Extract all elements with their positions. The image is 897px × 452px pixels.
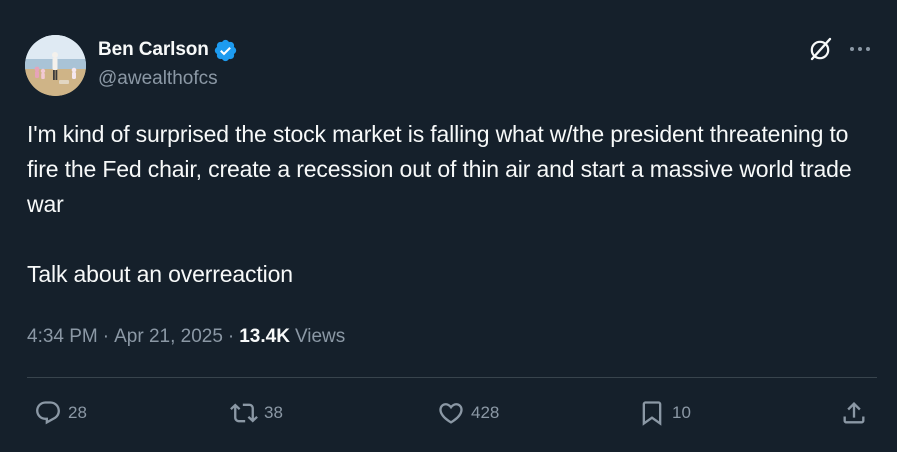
bookmark-count: 10 bbox=[672, 403, 691, 422]
tweet-card: Ben Carlson @awealthofcs I'm kind of sur… bbox=[0, 0, 897, 452]
meta-separator: · bbox=[102, 326, 110, 347]
share-button[interactable] bbox=[840, 396, 868, 430]
reply-button[interactable]: 28 bbox=[34, 396, 87, 430]
retweet-icon bbox=[230, 403, 258, 423]
author-handle[interactable]: @awealthofcs bbox=[98, 68, 218, 90]
reply-icon bbox=[36, 401, 60, 425]
retweet-count: 38 bbox=[264, 403, 283, 422]
reply-count: 28 bbox=[68, 403, 87, 422]
avatar[interactable] bbox=[25, 35, 86, 96]
meta-separator: · bbox=[227, 326, 235, 347]
like-count: 428 bbox=[471, 403, 500, 422]
tweet-metadata: 4:34 PM · Apr 21, 2025 · 13.4K Views bbox=[27, 323, 345, 351]
grok-icon[interactable] bbox=[808, 36, 834, 62]
verified-badge-icon[interactable] bbox=[213, 38, 238, 63]
bookmark-button[interactable]: 10 bbox=[638, 396, 691, 430]
bookmark-icon bbox=[642, 401, 662, 426]
more-options-button[interactable] bbox=[845, 36, 875, 62]
tweet-time[interactable]: 4:34 PM bbox=[27, 326, 98, 348]
heart-icon bbox=[439, 403, 463, 424]
like-button[interactable]: 428 bbox=[437, 396, 499, 430]
avatar-photo bbox=[25, 35, 86, 96]
more-horizontal-icon bbox=[850, 47, 870, 51]
tweet-text: I'm kind of surprised the stock market i… bbox=[27, 121, 852, 287]
author-display-name[interactable]: Ben Carlson bbox=[98, 39, 209, 61]
views-count[interactable]: 13.4K bbox=[239, 326, 290, 348]
author-name-row: Ben Carlson bbox=[98, 37, 238, 63]
retweet-button[interactable]: 38 bbox=[230, 396, 283, 430]
views-label: Views bbox=[294, 326, 346, 347]
divider bbox=[27, 377, 877, 378]
tweet-date[interactable]: Apr 21, 2025 bbox=[114, 326, 223, 348]
share-icon bbox=[843, 402, 865, 424]
